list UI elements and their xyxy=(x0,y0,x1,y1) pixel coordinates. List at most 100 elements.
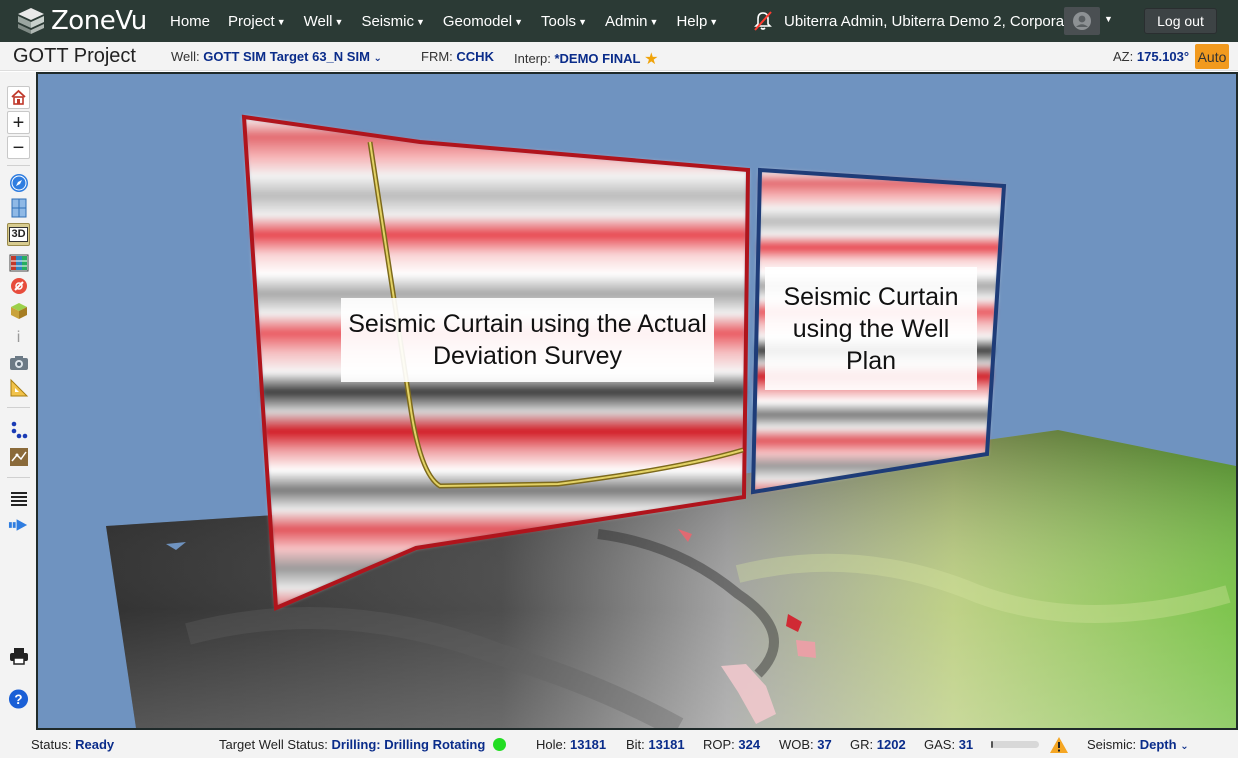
seismic-domain-value[interactable]: Depth xyxy=(1140,737,1177,752)
compass-icon xyxy=(9,173,28,192)
rop-value: 324 xyxy=(738,737,761,752)
top-navbar: ZoneVu Home Project ▼ Well ▼ Seismic ▼ Geom… xyxy=(0,0,1238,42)
print-button[interactable] xyxy=(7,644,30,667)
grid-view-icon xyxy=(11,198,26,217)
nav-tools-label: Tools xyxy=(541,12,577,30)
gas-label: GAS: xyxy=(924,737,956,752)
logout-button[interactable]: Log out xyxy=(1144,8,1217,34)
gr-label: GR: xyxy=(850,737,874,752)
caret-down-icon: ▼ xyxy=(649,16,659,27)
frm-label: FRM: xyxy=(421,49,453,64)
info-button[interactable]: i xyxy=(7,326,30,349)
gas-level-fill xyxy=(991,741,994,748)
avatar[interactable] xyxy=(1064,7,1100,35)
logo-text-vu: Vu xyxy=(115,6,147,36)
logo-mark-icon xyxy=(18,8,44,34)
seismic-domain-label: Seismic: xyxy=(1087,737,1137,752)
interp-selector[interactable]: Interp: *DEMO FINAL ★ xyxy=(514,49,658,69)
nav-seismic-label: Seismic xyxy=(361,12,414,30)
favorite-star-icon[interactable]: ★ xyxy=(644,51,658,68)
toolbar-divider xyxy=(7,477,30,478)
gas-readout: GAS: 31 xyxy=(924,737,973,752)
nav-well[interactable]: Well ▼ xyxy=(304,13,344,30)
project-header: GOTT Project Well: GOTT SIM Target 63_N … xyxy=(0,42,1238,71)
seismic-domain-selector[interactable]: Seismic: Depth ⌄ xyxy=(1087,737,1189,752)
caret-down-icon: ▼ xyxy=(514,16,524,27)
target-well-status: Target Well Status: Drilling: Drilling R… xyxy=(219,737,506,752)
logo-text-zone: Zone xyxy=(51,6,116,36)
hole-label: Hole: xyxy=(536,737,567,752)
azimuth-readout: AZ: 175.103° xyxy=(1113,49,1189,64)
nav-admin-label: Admin xyxy=(604,12,648,30)
project-title: GOTT Project xyxy=(13,45,136,67)
measure-button[interactable] xyxy=(7,376,30,399)
surface-edit-icon xyxy=(9,447,28,466)
nav-project[interactable]: Project ▼ xyxy=(228,13,286,30)
list-button[interactable] xyxy=(7,487,30,510)
caret-down-icon: ▼ xyxy=(334,16,344,27)
wob-label: WOB: xyxy=(779,737,814,752)
well-selector[interactable]: Well: GOTT SIM Target 63_N SIM ⌄ xyxy=(171,49,382,64)
help-button[interactable]: ? xyxy=(7,687,30,710)
callout-well-plan: Seismic Curtain using the Well Plan xyxy=(765,267,977,390)
caret-down-icon: ▼ xyxy=(415,16,425,27)
rop-label: ROP: xyxy=(703,737,735,752)
points-button[interactable] xyxy=(7,418,30,441)
nav-geomodel[interactable]: Geomodel ▼ xyxy=(443,13,523,30)
nav-geomodel-label: Geomodel xyxy=(442,12,513,30)
nav-admin[interactable]: Admin ▼ xyxy=(605,13,658,30)
well-value[interactable]: GOTT SIM Target 63_N SIM xyxy=(203,49,370,64)
gas-level-bar xyxy=(991,741,1039,748)
map-view-button[interactable] xyxy=(7,196,30,219)
target-button[interactable] xyxy=(7,274,30,297)
nav-seismic[interactable]: Seismic ▼ xyxy=(361,13,424,30)
3d-scene[interactable] xyxy=(38,74,1236,728)
callout-actual-survey: Seismic Curtain using the Actual Deviati… xyxy=(341,298,714,382)
screenshot-button[interactable] xyxy=(7,351,30,374)
info-icon: i xyxy=(16,328,21,346)
arrow-right-icon xyxy=(8,518,28,531)
caret-down-icon: ▼ xyxy=(709,16,719,27)
frm-value[interactable]: CCHK xyxy=(456,49,494,64)
home-view-button[interactable] xyxy=(7,86,30,109)
points-icon xyxy=(11,421,27,438)
warning-icon[interactable] xyxy=(1049,736,1069,754)
3d-view-icon: 3D xyxy=(9,227,28,242)
notifications-off-icon[interactable] xyxy=(752,10,774,32)
bit-depth: Bit: 13181 xyxy=(626,737,685,752)
status-label: Status: xyxy=(31,737,72,752)
bit-value: 13181 xyxy=(648,737,685,752)
zonevu-logo[interactable]: ZoneVu xyxy=(16,6,164,36)
zoom-in-button[interactable]: + xyxy=(7,111,30,134)
nav-project-label: Project xyxy=(228,12,275,30)
gas-value: 31 xyxy=(958,737,974,752)
geomodel-button[interactable] xyxy=(7,299,30,322)
camera-icon xyxy=(9,355,28,370)
chevron-down-icon[interactable]: ⌄ xyxy=(1180,741,1188,752)
toolbar-divider xyxy=(7,407,30,408)
auto-rotate-button[interactable]: Auto xyxy=(1195,44,1229,69)
zoom-out-button[interactable]: − xyxy=(7,136,30,159)
user-avatar-icon xyxy=(1073,12,1091,30)
target-well-status-value: Drilling: Drilling Rotating xyxy=(331,737,486,752)
compass-button[interactable] xyxy=(7,171,30,194)
formation-indicator: FRM: CCHK xyxy=(421,49,494,64)
3d-view-button[interactable]: 3D xyxy=(7,223,30,246)
next-button[interactable] xyxy=(7,513,30,536)
nav-home[interactable]: Home xyxy=(170,13,210,30)
user-account-name[interactable]: Ubiterra Admin, Ubiterra Demo 2, Corpora… xyxy=(784,13,1077,30)
3d-viewport[interactable]: Seismic Curtain using the Actual Deviati… xyxy=(36,72,1238,730)
interp-value[interactable]: *DEMO FINAL xyxy=(554,51,640,66)
well-label: Well: xyxy=(171,49,200,64)
print-icon xyxy=(9,647,28,665)
user-menu-caret-icon[interactable]: ▼ xyxy=(1104,14,1113,24)
zoom-out-icon: − xyxy=(12,136,25,159)
chevron-down-icon[interactable]: ⌄ xyxy=(374,53,382,64)
ruler-icon xyxy=(10,378,28,396)
seismic-layers-button[interactable] xyxy=(7,251,30,274)
surface-edit-button[interactable] xyxy=(7,445,30,468)
toolbar-divider xyxy=(7,165,30,166)
nav-tools[interactable]: Tools ▼ xyxy=(541,13,587,30)
home-icon xyxy=(11,89,26,105)
nav-help[interactable]: Help ▼ xyxy=(676,13,718,30)
